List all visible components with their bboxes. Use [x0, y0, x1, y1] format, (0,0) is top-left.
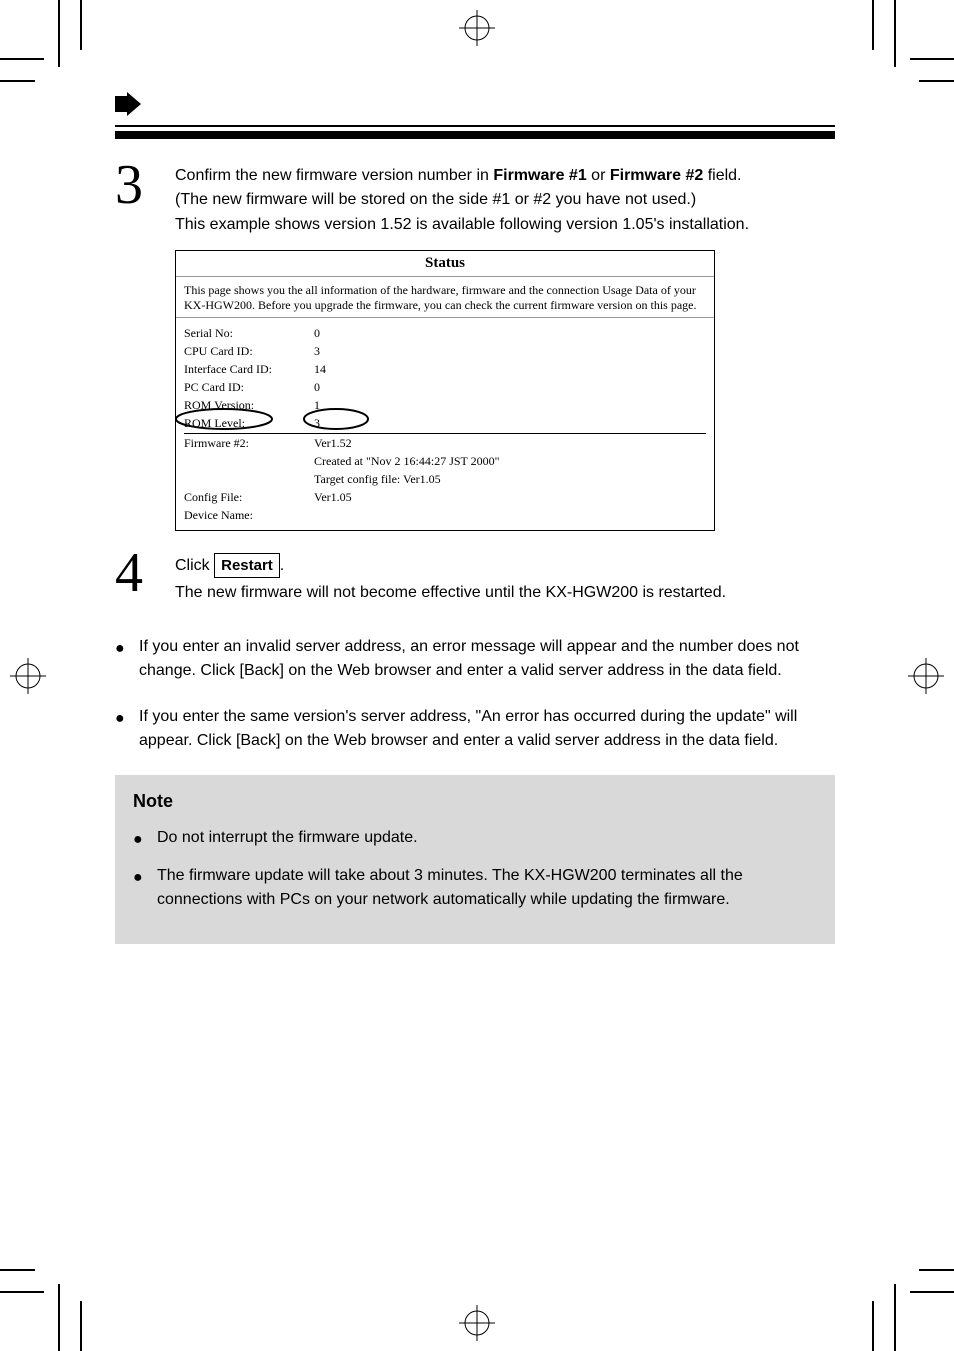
row-cpu: CPU Card ID:3: [184, 342, 706, 360]
row-config: Config File:Ver1.05: [184, 488, 706, 506]
registration-mark-right: [908, 658, 944, 694]
step-number-4: 4: [115, 545, 175, 601]
row-serial: Serial No:0: [184, 324, 706, 342]
step4-sub: The new firmware will not become effecti…: [175, 582, 835, 604]
step-3: 3 Confirm the new firmware version numbe…: [115, 157, 835, 236]
list-item: ● Do not interrupt the firmware update.: [133, 826, 817, 852]
registration-mark-top: [459, 10, 495, 46]
step4-text-before: Click: [175, 557, 214, 574]
screenshot-body: Serial No:0 CPU Card ID:3 Interface Card…: [176, 318, 714, 530]
val-cpu: 3: [314, 342, 706, 360]
bullet-dot-icon: ●: [133, 864, 157, 890]
note-item-2: The firmware update will take about 3 mi…: [157, 864, 817, 912]
registration-mark-left: [10, 658, 46, 694]
label-cpu: CPU Card ID:: [184, 342, 314, 360]
val-fw2: Ver1.52: [314, 434, 706, 452]
val-serial: 0: [314, 324, 706, 342]
step3-text-before: Confirm the new firmware version number …: [175, 167, 493, 184]
label-device: Device Name:: [184, 506, 314, 524]
label-roml: ROM Level:: [184, 414, 314, 432]
note-item-1: Do not interrupt the firmware update.: [157, 826, 817, 850]
registration-mark-bottom: [459, 1305, 495, 1341]
note-box: Note ● Do not interrupt the firmware upd…: [115, 775, 835, 944]
step-4-body: Click Restart. The new firmware will not…: [175, 545, 835, 604]
val-romv: 1: [314, 396, 706, 414]
step3-sub1: (The new firmware will be stored on the …: [175, 189, 835, 211]
screenshot-title: Status: [176, 251, 714, 277]
bullet-dot-icon: ●: [115, 635, 139, 661]
label-serial: Serial No:: [184, 324, 314, 342]
step4-text-after: .: [280, 557, 284, 574]
step-number-3: 3: [115, 157, 175, 213]
sub-target: Target config file: Ver1.05: [184, 470, 706, 488]
step3-bold2: Firmware #2: [610, 167, 703, 184]
list-item: ● The firmware update will take about 3 …: [133, 864, 817, 912]
label-pc: PC Card ID:: [184, 378, 314, 396]
list-item: ● If you enter the same version's server…: [115, 705, 835, 753]
list-item: ● If you enter an invalid server address…: [115, 635, 835, 683]
step-3-body: Confirm the new firmware version number …: [175, 157, 835, 236]
val-device: [314, 506, 706, 524]
label-interface: Interface Card ID:: [184, 360, 314, 378]
step3-text-mid: or: [587, 167, 610, 184]
val-config: Ver1.05: [314, 488, 706, 506]
bullet-dot-icon: ●: [115, 705, 139, 731]
val-pc: 0: [314, 378, 706, 396]
row-interface: Interface Card ID:14: [184, 360, 706, 378]
row-rom-version: ROM Version:1: [184, 396, 706, 414]
divider-thick: [115, 131, 835, 139]
row-device: Device Name:: [184, 506, 706, 524]
val-roml: 3: [314, 414, 706, 432]
row-firmware2: Firmware #2:Ver1.52: [184, 434, 706, 452]
step3-text-after: field.: [703, 167, 741, 184]
row-pc: PC Card ID:0: [184, 378, 706, 396]
label-config: Config File:: [184, 488, 314, 506]
label-romv: ROM Version:: [184, 396, 314, 414]
divider-thin: [115, 125, 835, 127]
screenshot-desc: This page shows you the all information …: [176, 277, 714, 318]
label-fw2: Firmware #2:: [184, 434, 314, 452]
sub-created: Created at "Nov 2 16:44:27 JST 2000": [184, 452, 706, 470]
status-screenshot: Status This page shows you the all infor…: [175, 250, 715, 531]
step3-bold1: Firmware #1: [493, 167, 586, 184]
step3-sub2: This example shows version 1.52 is avail…: [175, 214, 835, 236]
val-interface: 14: [314, 360, 706, 378]
bullet-dot-icon: ●: [133, 826, 157, 852]
bullet-text-1: If you enter an invalid server address, …: [139, 635, 835, 683]
restart-button[interactable]: Restart: [214, 553, 280, 578]
note-title: Note: [133, 791, 817, 812]
step-4: 4 Click Restart. The new firmware will n…: [115, 545, 835, 604]
row-rom-level: ROM Level:3: [184, 414, 706, 434]
bullet-list: ● If you enter an invalid server address…: [115, 635, 835, 753]
bullet-text-2: If you enter the same version's server a…: [139, 705, 835, 753]
